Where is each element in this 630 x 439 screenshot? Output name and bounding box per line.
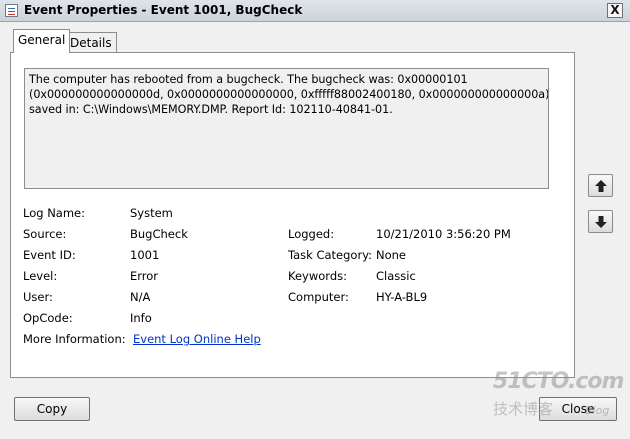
logged-value: 10/21/2010 3:56:20 PM: [376, 227, 511, 241]
logged-label: Logged:: [288, 227, 335, 241]
opcode-label: OpCode:: [23, 311, 73, 325]
tab-general[interactable]: General: [13, 29, 71, 53]
user-label: User:: [23, 290, 53, 304]
copy-button[interactable]: Copy: [14, 397, 90, 421]
description-line: (0x000000000000000d, 0x0000000000000000,…: [29, 88, 549, 101]
event-id-value: 1001: [130, 248, 160, 262]
close-window-button[interactable]: X: [607, 3, 623, 18]
window-title: Event Properties - Event 1001, BugCheck: [24, 3, 303, 17]
watermark-blog: Blog: [585, 404, 610, 417]
keywords-value: Classic: [376, 269, 416, 283]
log-name-label: Log Name:: [23, 206, 85, 220]
event-id-label: Event ID:: [23, 248, 76, 262]
task-category-value: None: [376, 248, 407, 262]
level-label: Level:: [23, 269, 58, 283]
watermark-caption: 技术博客: [493, 400, 554, 418]
opcode-value: Info: [130, 311, 152, 325]
title-bar: Event Properties - Event 1001, BugCheck …: [0, 0, 630, 22]
event-properties-icon: [5, 4, 18, 17]
previous-event-button[interactable]: [588, 174, 613, 197]
computer-label: Computer:: [288, 290, 349, 304]
keywords-label: Keywords:: [288, 269, 347, 283]
arrow-up-icon: [595, 180, 607, 192]
watermark-logo: 51CTO.com: [493, 369, 624, 394]
level-value: Error: [130, 269, 159, 283]
more-information-label: More Information:: [23, 332, 126, 346]
source-label: Source:: [23, 227, 67, 241]
computer-value: HY-A-BL9: [376, 290, 428, 304]
event-description[interactable]: The computer has rebooted from a bugchec…: [24, 68, 549, 189]
description-line: The computer has rebooted from a bugchec…: [29, 73, 468, 86]
log-name-value: System: [130, 206, 173, 220]
event-log-online-help-link[interactable]: Event Log Online Help: [133, 332, 261, 346]
tab-details[interactable]: Details: [65, 32, 117, 53]
user-value: N/A: [130, 290, 151, 304]
task-category-label: Task Category:: [288, 248, 373, 262]
arrow-down-icon: [595, 216, 607, 228]
next-event-button[interactable]: [588, 210, 613, 233]
description-line: saved in: C:\Windows\MEMORY.DMP. Report …: [29, 103, 393, 116]
source-value: BugCheck: [130, 227, 188, 241]
